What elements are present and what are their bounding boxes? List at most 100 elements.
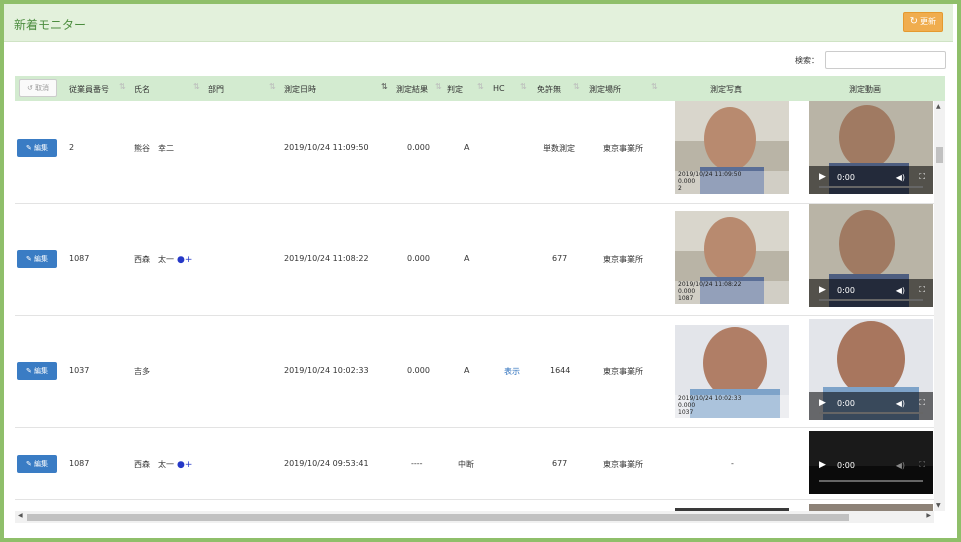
sort-desc-icon[interactable]: ⇅ — [381, 82, 388, 91]
employee-name: 熊谷 幸二 — [134, 144, 174, 153]
measure-video[interactable]: ▶ 0:00 ◀) ⛶ — [809, 101, 933, 194]
sort-icon[interactable]: ⇅ — [269, 82, 276, 91]
measure-video[interactable]: ▶ 0:00 ◀) ⛶ — [809, 204, 933, 307]
vertical-scrollbar[interactable]: ▲ ▼ — [934, 101, 945, 511]
refresh-icon: ↻ — [909, 16, 918, 27]
user-plus-icon[interactable]: ●+ — [177, 460, 192, 470]
photo-caption: 2019/10/24 10:02:33 0.000 1037 — [678, 395, 742, 416]
measure-datetime: 2019/10/24 09:53:41 — [284, 459, 369, 468]
sort-icon[interactable]: ⇅ — [119, 82, 126, 91]
col-photo[interactable]: 測定写真 — [710, 84, 742, 95]
measure-location: 東京事業所 — [603, 144, 643, 153]
col-location[interactable]: 測定場所 — [589, 84, 621, 95]
license-status: 1644 — [550, 366, 571, 375]
measure-video[interactable]: ▶ 0:00 ◀) ⛶ — [809, 319, 933, 420]
video-controls — [809, 166, 933, 194]
hc-show-link[interactable]: 表示 — [504, 366, 520, 377]
sort-icon[interactable]: ⇅ — [520, 82, 527, 91]
scrollbar-thumb[interactable] — [936, 147, 943, 163]
col-video[interactable]: 測定動画 — [849, 84, 881, 95]
volume-icon[interactable]: ◀) — [896, 286, 905, 295]
video-progress[interactable] — [819, 412, 923, 414]
license-status: 677 — [552, 459, 568, 468]
employee-number: 1087 — [69, 254, 90, 263]
edit-button[interactable]: ✎ 編集 — [17, 362, 57, 380]
play-icon[interactable]: ▶ — [819, 460, 826, 470]
undo-icon: ↺ — [26, 84, 33, 92]
video-time: 0:00 — [837, 173, 855, 182]
measure-photo[interactable]: 2019/10/24 10:02:33 0.000 1037 — [675, 325, 789, 418]
search-input[interactable] — [825, 51, 946, 69]
measure-datetime: 2019/10/24 10:02:33 — [284, 366, 369, 375]
sort-icon[interactable]: ⇅ — [651, 82, 658, 91]
cancel-button[interactable]: ↺ 取消 — [19, 79, 57, 97]
table-body: ✎ 編集 2 熊谷 幸二 2019/10/24 11:09:50 0.000 A… — [15, 101, 934, 511]
user-plus-icon[interactable]: ●+ — [177, 255, 192, 265]
sort-icon[interactable]: ⇅ — [573, 82, 580, 91]
volume-icon[interactable]: ◀) — [896, 399, 905, 408]
volume-icon[interactable]: ◀) — [896, 461, 905, 470]
no-photo-placeholder: - — [731, 459, 734, 468]
license-status: 677 — [552, 254, 568, 263]
volume-icon[interactable]: ◀) — [896, 173, 905, 182]
fullscreen-icon[interactable]: ⛶ — [919, 398, 925, 408]
video-frame — [809, 504, 933, 511]
judgement: A — [464, 254, 470, 263]
scrollbar-thumb[interactable] — [27, 514, 849, 521]
horizontal-scrollbar[interactable]: ◀ ▶ — [15, 511, 934, 523]
refresh-button[interactable]: ↻ 更新 — [902, 12, 943, 32]
refresh-label: 更新 — [920, 17, 936, 26]
license-status: 単数測定 — [543, 144, 575, 153]
col-result[interactable]: 測定結果 — [396, 84, 428, 95]
col-name[interactable]: 氏名 — [134, 84, 150, 95]
measure-result: ---- — [411, 459, 423, 468]
measure-video[interactable]: ▶ 0:00 ◀) ⛶ — [809, 431, 933, 494]
video-time: 0:00 — [837, 399, 855, 408]
fullscreen-icon[interactable]: ⛶ — [919, 460, 925, 470]
col-employee-number[interactable]: 従業員番号 — [69, 84, 109, 95]
edit-button[interactable]: ✎ 編集 — [17, 250, 57, 268]
fullscreen-icon[interactable]: ⛶ — [919, 285, 925, 295]
video-controls — [809, 279, 933, 307]
table-row: ✎ 編集 1087 西森 太一 ●+ 2019/10/24 11:08:22 0.… — [15, 204, 934, 316]
edit-label: 編集 — [34, 367, 49, 375]
scroll-left-icon[interactable]: ◀ — [18, 512, 23, 519]
play-icon[interactable]: ▶ — [819, 285, 826, 295]
edit-label: 編集 — [34, 255, 49, 263]
judgement: A — [464, 366, 470, 375]
table-header: ↺ 取消 従業員番号 ⇅ 氏名 ⇅ 部門 ⇅ 測定日時 ⇅ 測定結果 ⇅ 判定 … — [15, 76, 945, 101]
video-time: 0:00 — [837, 286, 855, 295]
video-progress[interactable] — [819, 299, 923, 301]
edit-label: 編集 — [34, 144, 49, 152]
video-progress[interactable] — [819, 480, 923, 482]
measure-photo[interactable]: 2019/10/24 11:08:22 0.000 1087 — [675, 211, 789, 304]
employee-number: 1037 — [69, 366, 90, 375]
col-hc[interactable]: HC — [493, 84, 505, 93]
col-license[interactable]: 免許無 — [537, 84, 561, 95]
scroll-down-icon[interactable]: ▼ — [936, 502, 941, 509]
edit-button[interactable]: ✎ 編集 — [17, 139, 57, 157]
col-department[interactable]: 部門 — [208, 84, 224, 95]
play-icon[interactable]: ▶ — [819, 172, 826, 182]
search-label: 検索： — [795, 56, 819, 65]
video-progress[interactable] — [819, 186, 923, 188]
sort-icon[interactable]: ⇅ — [435, 82, 442, 91]
edit-button[interactable]: ✎ 編集 — [17, 455, 57, 473]
scroll-up-icon[interactable]: ▲ — [936, 103, 941, 110]
col-datetime[interactable]: 測定日時 — [284, 84, 316, 95]
page-title: 新着モニター — [14, 18, 87, 32]
fullscreen-icon[interactable]: ⛶ — [919, 172, 925, 182]
measure-photo[interactable]: 2019/10/24 11:09:50 0.000 2 — [675, 101, 789, 194]
col-judgement[interactable]: 判定 — [447, 84, 463, 95]
photo-caption: 2019/10/24 11:08:22 0.000 1087 — [678, 281, 742, 302]
sort-icon[interactable]: ⇅ — [477, 82, 484, 91]
employee-number: 2 — [69, 143, 75, 152]
play-icon[interactable]: ▶ — [819, 398, 826, 408]
video-time: 0:00 — [837, 461, 855, 470]
table-row: ✎ 編集 2 熊谷 幸二 2019/10/24 11:09:50 0.000 A… — [15, 101, 934, 204]
scroll-right-icon[interactable]: ▶ — [926, 512, 931, 519]
sort-icon[interactable]: ⇅ — [193, 82, 200, 91]
measure-result: 0.000 — [407, 366, 430, 375]
measure-location: 東京事業所 — [603, 255, 643, 264]
edit-icon: ✎ — [25, 367, 32, 375]
